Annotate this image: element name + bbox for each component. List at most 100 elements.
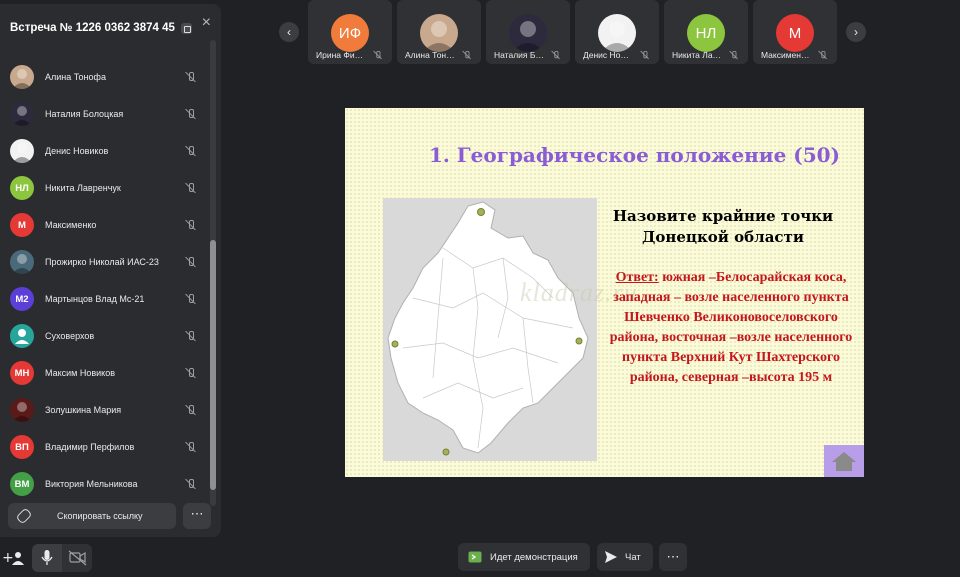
participant-name: Никита Лавренчук <box>45 183 121 193</box>
tile-avatar <box>420 14 458 52</box>
tile-label: Наталия Б… <box>494 49 562 61</box>
participant-row[interactable]: Прожирко Николай ИАС-23 <box>10 249 200 275</box>
tile-avatar: ИФ <box>331 14 369 52</box>
copy-link-button[interactable]: Скопировать ссылку <box>8 503 176 529</box>
close-panel-button[interactable]: × <box>202 14 211 32</box>
chat-label: Чат <box>625 551 641 563</box>
participant-name: Максим Новиков <box>45 368 115 378</box>
svg-text:+: + <box>2 550 14 566</box>
answer-label: Ответ: <box>615 270 659 285</box>
mic-off-icon <box>185 441 197 453</box>
shared-slide: 1. Географическое положение (50) kladraz… <box>345 108 864 477</box>
mic-off-icon <box>185 330 197 342</box>
mic-off-icon <box>551 50 561 60</box>
participant-tile[interactable]: НЛ Никита Ла… <box>664 0 748 64</box>
avatar-photo-icon <box>423 21 455 52</box>
camera-off-icon <box>68 550 87 566</box>
mic-off-icon <box>462 50 472 60</box>
avatar <box>10 102 34 126</box>
participant-name: Наталия Болоцкая <box>45 109 124 119</box>
home-icon <box>832 452 856 471</box>
mic-off-icon <box>373 50 383 60</box>
participant-name: Денис Новиков <box>45 146 109 156</box>
tile-avatar: М <box>776 14 814 52</box>
participant-tile[interactable]: М Максимен… <box>753 0 837 64</box>
avatar <box>10 324 34 348</box>
mic-off-icon <box>818 50 828 60</box>
send-icon <box>605 551 617 563</box>
participant-row[interactable]: ВП Владимир Перфилов <box>10 434 200 460</box>
avatar-photo-icon <box>12 69 32 89</box>
participant-list: Алина Тонофа Наталия Болоцкая Денис Новико… <box>0 40 210 506</box>
tile-avatar: НЛ <box>687 14 725 52</box>
person-icon <box>15 329 29 344</box>
strip-prev-button[interactable]: ‹ <box>279 22 299 42</box>
participant-tile[interactable]: ИФ Ирина Фи… <box>308 0 392 64</box>
panel-more-button[interactable]: ⋯ <box>183 503 211 529</box>
microphone-icon <box>41 550 53 565</box>
participant-name: Золушкина Мария <box>45 405 122 415</box>
microphone-button[interactable] <box>32 544 62 572</box>
participants-panel: Встреча № 1226 0362 3874 45 × Алина Тоно… <box>0 4 221 537</box>
participant-row[interactable]: МН Максим Новиков <box>10 360 200 386</box>
participant-row[interactable]: Наталия Болоцкая <box>10 101 200 127</box>
tile-label: Никита Ла… <box>672 49 740 61</box>
participant-name: Максименко <box>45 220 97 230</box>
strip-next-button[interactable]: › <box>846 22 866 42</box>
mic-off-icon <box>185 145 197 157</box>
avatar <box>10 250 34 274</box>
tile-label: Максимен… <box>761 49 829 61</box>
add-participant-button[interactable]: + <box>2 548 26 568</box>
scrollbar-thumb[interactable] <box>210 240 216 490</box>
mic-off-icon <box>640 50 650 60</box>
screen-share-button[interactable]: Идет демонстрация <box>458 543 590 571</box>
avatar: МН <box>10 361 34 385</box>
avatar: НЛ <box>10 176 34 200</box>
avatar <box>10 139 34 163</box>
avatar: М <box>10 213 34 237</box>
participant-name: Суховерхов <box>45 331 95 341</box>
more-options-button[interactable]: ⋯ <box>659 543 687 571</box>
slide-home-button[interactable] <box>824 445 864 477</box>
slide-answer: Ответ: южная –Белосарайская коса, западн… <box>601 268 861 388</box>
participant-row[interactable]: ВМ Виктория Мельникова <box>10 471 200 497</box>
avatar-photo-icon <box>12 254 32 274</box>
participant-row[interactable]: М2 Мартынцов Влад Мс-21 <box>10 286 200 312</box>
participant-row[interactable]: НЛ Никита Лавренчук <box>10 175 200 201</box>
answer-text: южная –Белосарайская коса, западная – во… <box>609 270 853 385</box>
tile-label: Денис Но… <box>583 49 651 61</box>
mic-off-icon <box>185 71 197 83</box>
avatar <box>10 65 34 89</box>
camera-button[interactable] <box>62 544 92 572</box>
avatar <box>10 398 34 422</box>
chat-button[interactable]: Чат <box>597 543 653 571</box>
participant-tile[interactable]: Наталия Б… <box>486 0 570 64</box>
participant-name: Владимир Перфилов <box>45 442 135 452</box>
mic-off-icon <box>185 256 197 268</box>
mic-off-icon <box>185 293 197 305</box>
tile-name: Максимен… <box>761 50 810 60</box>
tile-name: Ирина Фи… <box>316 50 364 60</box>
participant-tile[interactable]: Денис Но… <box>575 0 659 64</box>
avatar-initials: ВМ <box>14 478 30 490</box>
participant-row[interactable]: М Максименко <box>10 212 200 238</box>
participant-row[interactable]: Золушкина Мария <box>10 397 200 423</box>
participant-list-scrollbar[interactable] <box>210 40 216 506</box>
avatar: ВП <box>10 435 34 459</box>
mic-off-icon <box>185 367 197 379</box>
slide-title: 1. Географическое положение (50) <box>428 143 841 167</box>
mic-off-icon <box>729 50 739 60</box>
participant-name: Мартынцов Влад Мс-21 <box>45 294 145 304</box>
copy-id-icon[interactable] <box>180 22 192 34</box>
tile-label: Алина Тон… <box>405 49 473 61</box>
participant-tile[interactable]: Алина Тон… <box>397 0 481 64</box>
participant-row[interactable]: Суховерхов <box>10 323 200 349</box>
participant-row[interactable]: Алина Тонофа <box>10 64 200 90</box>
avatar-initials: НЛ <box>15 182 29 194</box>
avatar-initials: М <box>18 219 26 231</box>
tile-name: Никита Ла… <box>672 50 722 60</box>
screen-share-label: Идет демонстрация <box>490 551 578 563</box>
copy-link-label: Скопировать ссылку <box>57 511 143 521</box>
avatar-initials: МН <box>14 367 30 379</box>
participant-row[interactable]: Денис Новиков <box>10 138 200 164</box>
